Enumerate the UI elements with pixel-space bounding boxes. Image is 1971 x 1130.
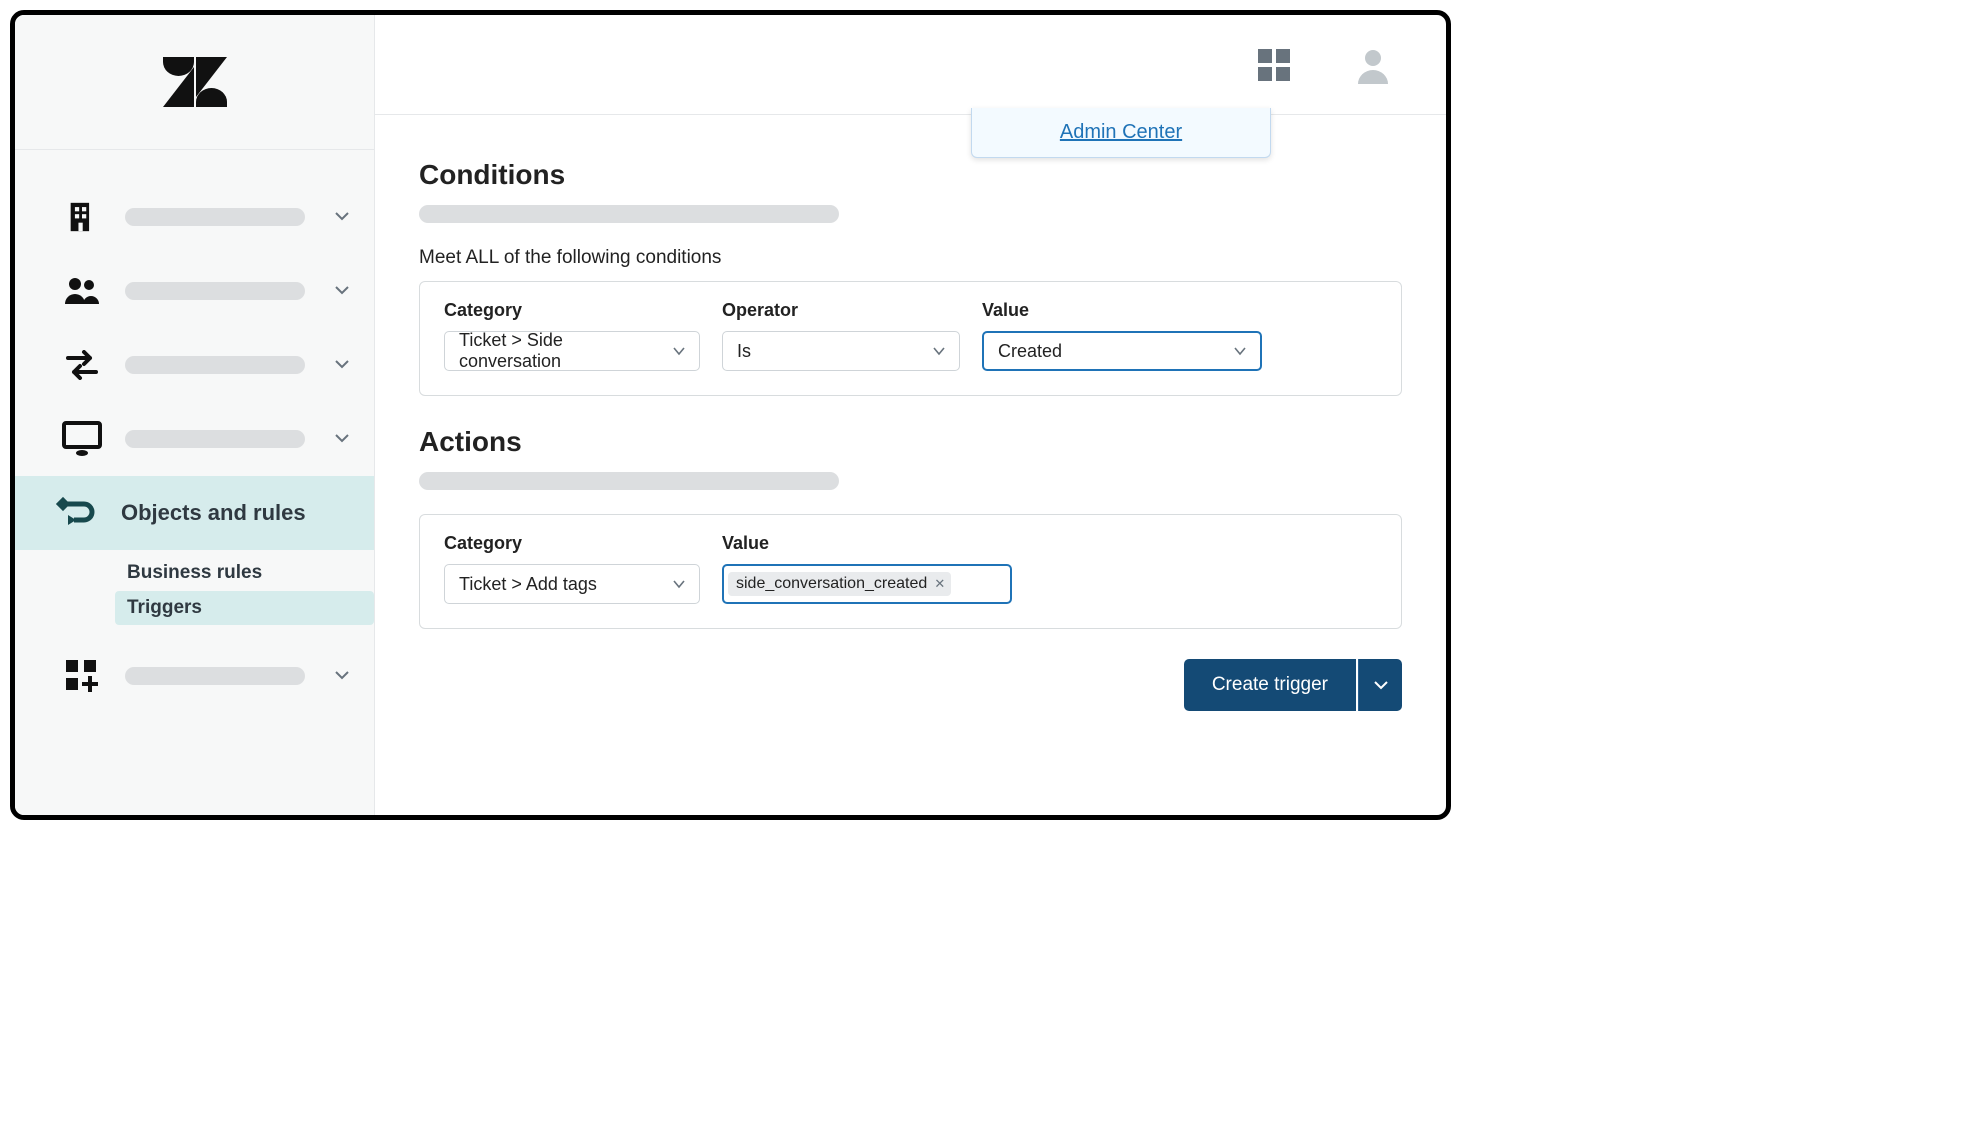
- condition-operator-select[interactable]: Is: [722, 331, 960, 371]
- create-trigger-dropdown-button[interactable]: [1358, 659, 1402, 711]
- workflow-icon: [55, 491, 101, 535]
- nav-placeholder: [125, 667, 305, 685]
- tag-chip[interactable]: side_conversation_created ✕: [728, 572, 951, 596]
- subnav-item-triggers[interactable]: Triggers: [115, 591, 374, 625]
- nav-item-account[interactable]: [15, 180, 374, 254]
- admin-center-link[interactable]: Admin Center: [1060, 121, 1182, 144]
- action-value-label: Value: [722, 533, 1012, 554]
- chevron-down-icon: [332, 206, 354, 228]
- logo-area: [15, 15, 374, 150]
- main-area: Admin Center Conditions Meet ALL of the …: [375, 15, 1446, 815]
- people-icon: [59, 276, 105, 306]
- condition-operator-value: Is: [737, 341, 751, 362]
- nav-item-people[interactable]: [15, 254, 374, 328]
- condition-value-text: Created: [998, 341, 1062, 362]
- action-category-label: Category: [444, 533, 700, 554]
- content: Conditions Meet ALL of the following con…: [375, 115, 1446, 711]
- monitor-icon: [59, 421, 105, 457]
- nav-item-label: Objects and rules: [121, 500, 306, 526]
- conditions-meet-all-label: Meet ALL of the following conditions: [419, 247, 1402, 269]
- chevron-down-icon: [671, 343, 687, 359]
- actions-title: Actions: [419, 426, 1402, 458]
- profile-avatar-icon[interactable]: [1354, 46, 1392, 84]
- nav-item-workspaces[interactable]: [15, 402, 374, 476]
- condition-category-label: Category: [444, 300, 700, 321]
- button-row: Create trigger: [419, 659, 1402, 711]
- apps-plus-icon: [59, 658, 105, 694]
- action-category-value: Ticket > Add tags: [459, 574, 597, 595]
- actions-card: Category Ticket > Add tags Value side_co…: [419, 514, 1402, 629]
- conditions-description-placeholder: [419, 205, 839, 223]
- sidebar: Objects and rules Business rules Trigger…: [15, 15, 375, 815]
- chevron-down-icon: [332, 280, 354, 302]
- chevron-down-icon: [1372, 676, 1390, 694]
- zendesk-logo-icon: [163, 57, 227, 107]
- topbar: [375, 15, 1446, 115]
- nav-item-apps[interactable]: [15, 639, 374, 713]
- nav-placeholder: [125, 356, 305, 374]
- building-icon: [59, 200, 105, 234]
- tag-text: side_conversation_created: [736, 575, 927, 592]
- condition-category-select[interactable]: Ticket > Side conversation: [444, 331, 700, 371]
- conditions-card: Category Ticket > Side conversation Oper…: [419, 281, 1402, 396]
- tag-remove-icon[interactable]: ✕: [934, 576, 945, 592]
- condition-value-select[interactable]: Created: [982, 331, 1262, 371]
- admin-center-popup: Admin Center: [971, 108, 1271, 158]
- actions-description-placeholder: [419, 472, 839, 490]
- nav-item-channels[interactable]: [15, 328, 374, 402]
- condition-value-label: Value: [982, 300, 1262, 321]
- chevron-down-icon: [332, 665, 354, 687]
- condition-operator-label: Operator: [722, 300, 960, 321]
- action-category-select[interactable]: Ticket > Add tags: [444, 564, 700, 604]
- chevron-down-icon: [332, 354, 354, 376]
- nav-list: Objects and rules Business rules Trigger…: [15, 150, 374, 713]
- nav-placeholder: [125, 282, 305, 300]
- nav-placeholder: [125, 430, 305, 448]
- chevron-down-icon: [332, 428, 354, 450]
- create-trigger-button[interactable]: Create trigger: [1184, 659, 1356, 711]
- nav-placeholder: [125, 208, 305, 226]
- swap-arrows-icon: [59, 350, 105, 380]
- chevron-down-icon: [671, 576, 687, 592]
- subnav-heading[interactable]: Business rules: [115, 556, 374, 590]
- chevron-down-icon: [931, 343, 947, 359]
- action-tag-input[interactable]: side_conversation_created ✕: [722, 564, 1012, 604]
- chevron-down-icon: [1232, 343, 1248, 359]
- subnav: Business rules Triggers: [15, 556, 374, 625]
- conditions-title: Conditions: [419, 159, 1402, 191]
- products-grid-icon[interactable]: [1254, 45, 1294, 85]
- condition-category-value: Ticket > Side conversation: [459, 330, 661, 372]
- nav-item-objects-rules[interactable]: Objects and rules: [15, 476, 374, 550]
